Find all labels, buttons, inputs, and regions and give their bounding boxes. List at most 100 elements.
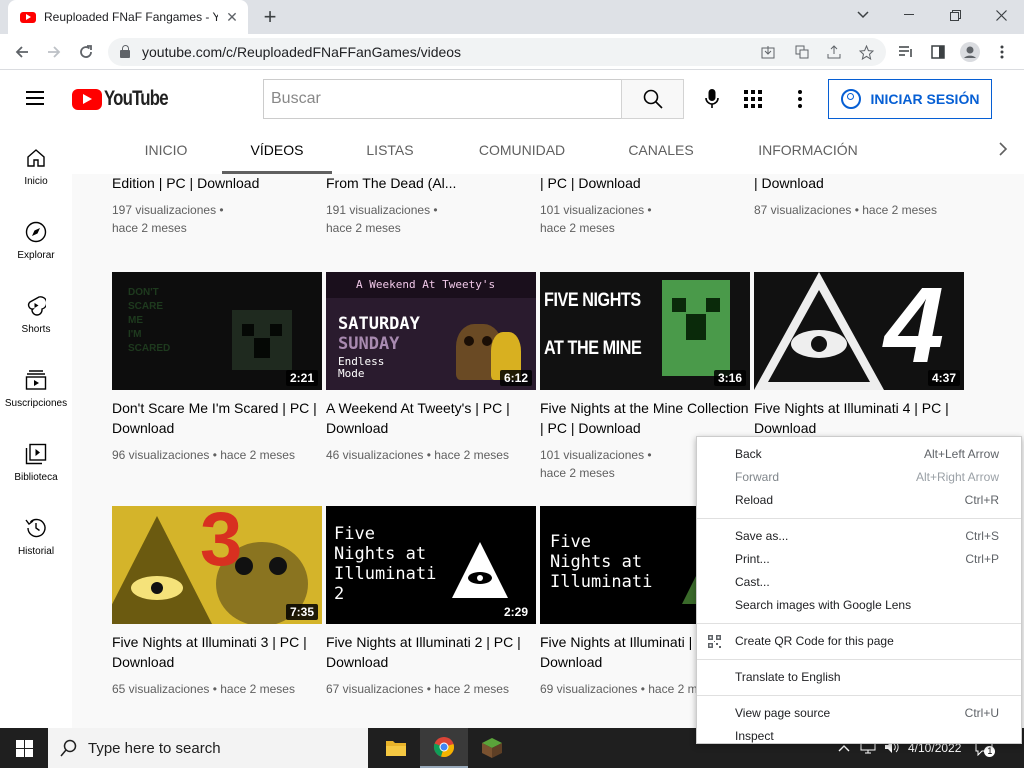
search-field[interactable] bbox=[263, 79, 621, 119]
share-icon[interactable] bbox=[824, 42, 844, 62]
youtube-favicon-icon bbox=[20, 11, 36, 23]
bookmark-star-icon[interactable] bbox=[856, 42, 876, 62]
video-thumbnail[interactable]: DON'T SCARE ME I'M SCARED 2:21 bbox=[112, 272, 322, 390]
video-title[interactable]: A Weekend At Tweety's | PC | Download bbox=[326, 398, 536, 438]
guide-label: Explorar bbox=[17, 250, 55, 261]
menu-item-forward[interactable]: Forward Alt+Right Arrow bbox=[697, 466, 1021, 489]
tab-informacion[interactable]: INFORMACIÓN bbox=[746, 128, 870, 174]
video-thumbnail[interactable]: Five Nights at Illuminati 2 2:29 bbox=[326, 506, 536, 624]
close-window-button[interactable] bbox=[978, 0, 1024, 30]
tab-inicio[interactable]: INICIO bbox=[128, 128, 204, 174]
youtube-apps-icon[interactable] bbox=[741, 87, 765, 111]
user-circle-icon bbox=[840, 89, 861, 109]
translate-icon[interactable] bbox=[792, 42, 812, 62]
tab-close-icon[interactable]: ✕ bbox=[224, 9, 240, 26]
menu-item-save-as[interactable]: Save as... Ctrl+S bbox=[697, 525, 1021, 548]
restore-button[interactable] bbox=[932, 0, 978, 30]
video-thumbnail[interactable]: 4 4:37 bbox=[754, 272, 964, 390]
menu-item-view-source[interactable]: View page source Ctrl+U bbox=[697, 702, 1021, 725]
guide-item-history[interactable]: Historial bbox=[0, 498, 72, 572]
thumbnail-text: Five Nights at Illuminati bbox=[550, 532, 653, 592]
forward-button[interactable] bbox=[42, 40, 66, 64]
video-thumbnail[interactable]: 3 7:35 bbox=[112, 506, 322, 624]
tab-canales[interactable]: CANALES bbox=[618, 128, 704, 174]
menu-item-back[interactable]: Back Alt+Left Arrow bbox=[697, 443, 1021, 466]
menu-item-google-lens[interactable]: Search images with Google Lens bbox=[697, 594, 1021, 617]
video-card[interactable]: Five Nights at Fredbear's: Back From The… bbox=[326, 174, 536, 237]
reading-list-icon[interactable] bbox=[894, 40, 918, 64]
video-meta: 197 visualizaciones • hace 2 meses bbox=[112, 203, 224, 235]
tab-comunidad[interactable]: COMUNIDAD bbox=[464, 128, 580, 174]
video-thumbnail[interactable]: A Weekend At Tweety's SATURDAY SUNDAY En… bbox=[326, 272, 536, 390]
menu-item-print[interactable]: Print... Ctrl+P bbox=[697, 548, 1021, 571]
video-card[interactable]: Five Nights at Funland Collection | PC |… bbox=[540, 174, 750, 237]
hamburger-menu-icon[interactable] bbox=[26, 91, 44, 105]
windows-logo-icon bbox=[15, 739, 33, 757]
settings-kebab-icon[interactable] bbox=[788, 87, 812, 111]
video-title[interactable]: Five Nights at the Mine Collection | PC … bbox=[540, 398, 750, 438]
menu-item-reload[interactable]: Reload Ctrl+R bbox=[697, 489, 1021, 512]
guide-item-shorts[interactable]: Shorts bbox=[0, 276, 72, 350]
video-title[interactable]: Five Nights at Freddy's 2: Pixel Edition… bbox=[112, 174, 322, 193]
tab-listas[interactable]: LISTAS bbox=[352, 128, 428, 174]
context-menu: Back Alt+Left Arrow Forward Alt+Right Arro… bbox=[696, 436, 1022, 744]
video-card[interactable]: 4 4:37 Five Nights at Illuminati 4 | PC … bbox=[754, 272, 964, 438]
guide-item-explore[interactable]: Explorar bbox=[0, 202, 72, 276]
new-tab-button[interactable]: + bbox=[258, 5, 282, 29]
video-title[interactable]: Five Nights at Fredbear's: Back From The… bbox=[326, 174, 536, 193]
install-app-icon[interactable] bbox=[758, 42, 778, 62]
tab-search-chevron-icon[interactable] bbox=[840, 0, 886, 30]
minecraft-taskbar-button[interactable] bbox=[468, 728, 516, 768]
tab-videos[interactable]: VÍDEOS bbox=[222, 128, 332, 174]
chevron-right-icon[interactable] bbox=[998, 141, 1008, 162]
video-card[interactable]: Don't Scare Me I'm Scared 2 | PC | Downl… bbox=[754, 174, 964, 219]
guide-label: Biblioteca bbox=[14, 472, 58, 483]
video-card[interactable]: Five Nights at Freddy's 2: Pixel Edition… bbox=[112, 174, 322, 237]
guide-label: Suscripciones bbox=[4, 398, 68, 409]
address-bar[interactable]: youtube.com/c/ReuploadedFNaFFanGames/vid… bbox=[108, 38, 886, 66]
chrome-icon bbox=[433, 737, 454, 757]
profile-avatar-icon[interactable] bbox=[958, 40, 982, 64]
search-icon bbox=[60, 739, 77, 757]
start-button[interactable] bbox=[0, 728, 48, 768]
search-button[interactable] bbox=[621, 79, 684, 119]
side-panel-icon[interactable] bbox=[926, 40, 950, 64]
minimize-button[interactable] bbox=[886, 0, 932, 30]
menu-item-translate[interactable]: Translate to English bbox=[697, 666, 1021, 689]
youtube-logo[interactable]: YouTube bbox=[72, 87, 184, 111]
video-card[interactable]: A Weekend At Tweety's SATURDAY SUNDAY En… bbox=[326, 272, 536, 464]
reload-button[interactable] bbox=[74, 40, 98, 64]
file-explorer-button[interactable] bbox=[372, 728, 420, 768]
creeper-face-image bbox=[232, 310, 292, 370]
library-icon bbox=[24, 442, 48, 466]
video-card[interactable]: Five Nights at Illuminati 2 2:29 Five Ni… bbox=[326, 506, 536, 698]
chrome-taskbar-button[interactable] bbox=[420, 728, 468, 768]
guide-label: Historial bbox=[17, 546, 55, 557]
menu-item-cast[interactable]: Cast... bbox=[697, 571, 1021, 594]
video-thumbnail[interactable]: FIVE NIGHTS AT THE MINE 3:16 bbox=[540, 272, 750, 390]
menu-separator bbox=[697, 623, 1021, 624]
thumbnail-text: DON'T SCARE ME I'M SCARED bbox=[128, 287, 171, 354]
thumbnail-sunday: SUNDAY bbox=[338, 334, 400, 354]
sign-in-button[interactable]: INICIAR SESIÓN bbox=[828, 79, 992, 119]
menu-item-inspect[interactable]: Inspect bbox=[697, 725, 1021, 748]
video-title[interactable]: Don't Scare Me I'm Scared 2 | PC | Downl… bbox=[754, 174, 964, 193]
guide-item-subscriptions[interactable]: Suscripciones bbox=[0, 350, 72, 424]
video-card[interactable]: DON'T SCARE ME I'M SCARED 2:21 Don't Sca… bbox=[112, 272, 322, 464]
video-title[interactable]: Five Nights at Funland Collection | PC |… bbox=[540, 174, 750, 193]
video-title[interactable]: Don't Scare Me I'm Scared | PC | Downloa… bbox=[112, 398, 322, 438]
menu-item-qr-code[interactable]: Create QR Code for this page bbox=[697, 630, 1021, 653]
guide-item-home[interactable]: Inicio bbox=[0, 128, 72, 202]
video-title[interactable]: Five Nights at Illuminati 2 | PC | Downl… bbox=[326, 632, 536, 672]
video-title[interactable]: Five Nights at Illuminati 4 | PC | Downl… bbox=[754, 398, 964, 438]
video-card[interactable]: 3 7:35 Five Nights at Illuminati 3 | PC … bbox=[112, 506, 322, 698]
taskbar-search-box[interactable]: Type here to search bbox=[48, 728, 368, 768]
menu-separator bbox=[697, 518, 1021, 519]
search-input[interactable] bbox=[271, 90, 621, 108]
video-title[interactable]: Five Nights at Illuminati 3 | PC | Downl… bbox=[112, 632, 322, 672]
voice-search-button[interactable] bbox=[700, 87, 724, 111]
chrome-menu-icon[interactable] bbox=[990, 40, 1014, 64]
guide-item-library[interactable]: Biblioteca bbox=[0, 424, 72, 498]
browser-tab[interactable]: Reuploaded FNaF Fangames - YouTube ✕ bbox=[8, 0, 248, 34]
back-button[interactable] bbox=[10, 40, 34, 64]
